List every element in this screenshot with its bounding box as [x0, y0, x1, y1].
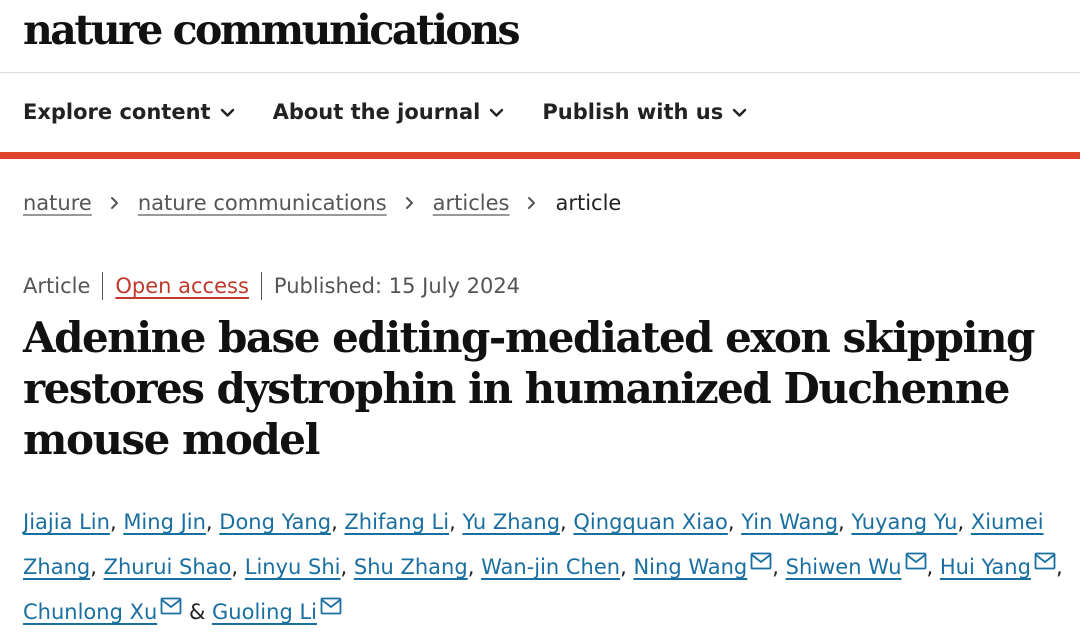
- article-title: Adenine base editing-mediated exon skipp…: [23, 313, 1035, 464]
- author-link[interactable]: Dong Yang: [219, 510, 331, 534]
- author-link[interactable]: Hui Yang: [940, 555, 1031, 579]
- author-list: Jiajia Lin, Ming Jin, Dong Yang, Zhifang…: [23, 510, 1063, 624]
- mail-icon[interactable]: [320, 597, 342, 615]
- main-nav: Explore content About the journal Publis…: [23, 100, 785, 124]
- author-link[interactable]: Shu Zhang: [354, 555, 468, 579]
- nav-label: Explore content: [23, 100, 211, 124]
- chevron-right-icon: [405, 197, 413, 209]
- mail-icon[interactable]: [750, 552, 772, 570]
- author-link[interactable]: Ning Wang: [633, 555, 747, 579]
- author-link[interactable]: Linyu Shi: [245, 555, 341, 579]
- mail-icon[interactable]: [160, 597, 182, 615]
- meta-divider: [102, 272, 104, 300]
- meta-divider: [260, 272, 262, 300]
- author-link[interactable]: Jiajia Lin: [23, 510, 110, 534]
- breadcrumb-current: article: [555, 191, 622, 215]
- accent-bar: [0, 152, 1080, 159]
- header-divider: [0, 72, 1080, 73]
- author-link[interactable]: Yuyang Yu: [851, 510, 957, 534]
- author-link[interactable]: Shiwen Wu: [786, 555, 902, 579]
- breadcrumb: nature nature communications articles ar…: [23, 191, 621, 215]
- nav-explore-content[interactable]: Explore content: [23, 100, 235, 124]
- author-link[interactable]: Zhurui Shao: [104, 555, 232, 579]
- chevron-right-icon: [528, 197, 536, 209]
- author-link[interactable]: Yu Zhang: [462, 510, 560, 534]
- chevron-down-icon: [733, 108, 747, 117]
- author-link[interactable]: Wan-jin Chen: [481, 555, 620, 579]
- breadcrumb-link-nature-communications[interactable]: nature communications: [138, 191, 387, 215]
- nav-about-journal[interactable]: About the journal: [273, 100, 505, 124]
- breadcrumb-link-nature[interactable]: nature: [23, 191, 92, 215]
- chevron-down-icon: [490, 108, 504, 117]
- nav-label: Publish with us: [542, 100, 724, 124]
- mail-icon[interactable]: [905, 552, 927, 570]
- author-link[interactable]: Yin Wang: [741, 510, 838, 534]
- author-link[interactable]: Chunlong Xu: [23, 600, 157, 624]
- mail-icon[interactable]: [1034, 552, 1056, 570]
- breadcrumb-link-articles[interactable]: articles: [433, 191, 510, 215]
- author-link[interactable]: Ming Jin: [123, 510, 206, 534]
- chevron-right-icon: [110, 197, 118, 209]
- author-link[interactable]: Zhifang Li: [344, 510, 449, 534]
- article-meta: Article Open access Published: 15 July 2…: [23, 272, 520, 300]
- nav-publish-with-us[interactable]: Publish with us: [542, 100, 747, 124]
- nav-label: About the journal: [272, 100, 481, 124]
- author-link[interactable]: Guoling Li: [212, 600, 317, 624]
- author-link[interactable]: Qingquan Xiao: [573, 510, 727, 534]
- open-access-link[interactable]: Open access: [115, 274, 249, 298]
- article-type: Article: [23, 274, 91, 298]
- journal-logo[interactable]: nature communications: [23, 6, 521, 54]
- chevron-down-icon: [220, 108, 234, 117]
- published-date: Published: 15 July 2024: [273, 274, 521, 298]
